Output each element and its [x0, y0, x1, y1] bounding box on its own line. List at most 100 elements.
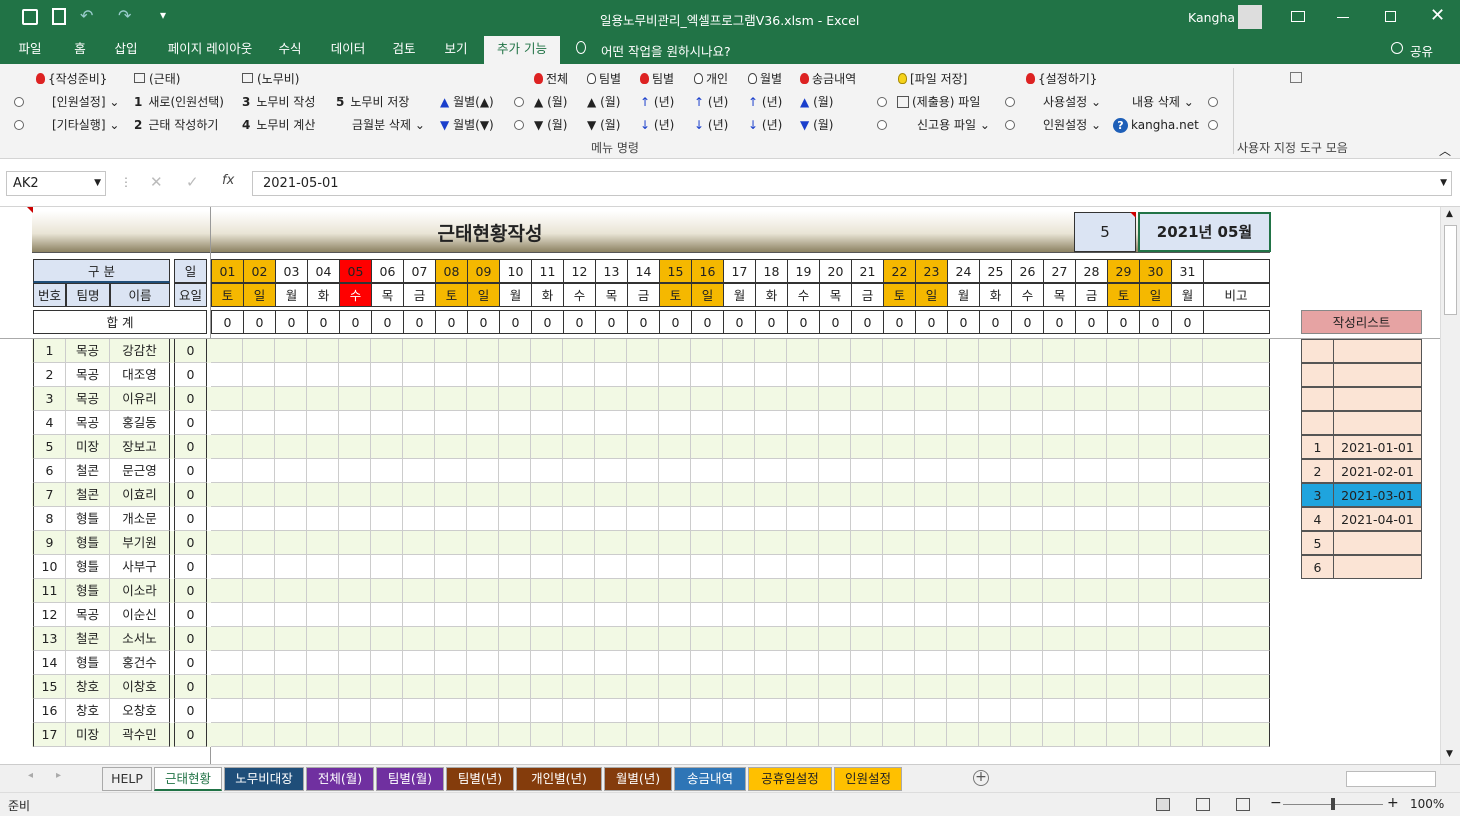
attendance-cell[interactable] [339, 579, 371, 603]
list-no[interactable]: 3 [1301, 483, 1334, 507]
attendance-cell[interactable] [243, 483, 275, 507]
attendance-cell[interactable] [339, 411, 371, 435]
row-team[interactable]: 철콘 [66, 627, 110, 651]
attendance-cell[interactable] [755, 651, 787, 675]
row-sum[interactable]: 0 [174, 387, 207, 411]
attendance-cell[interactable] [275, 507, 307, 531]
attendance-cell[interactable] [787, 675, 819, 699]
attendance-cell[interactable] [467, 627, 499, 651]
attendance-cell[interactable] [467, 459, 499, 483]
row-no[interactable]: 11 [33, 579, 66, 603]
attendance-cell[interactable] [243, 603, 275, 627]
attendance-cell[interactable] [883, 723, 915, 747]
sheet-tab[interactable]: 팀별(년) [446, 767, 514, 791]
attendance-cell[interactable] [275, 387, 307, 411]
list-no[interactable]: 1 [1301, 435, 1334, 459]
row-name[interactable]: 이소라 [110, 579, 170, 603]
attendance-cell[interactable] [1171, 675, 1203, 699]
attendance-cell[interactable] [627, 411, 659, 435]
attendance-cell[interactable] [467, 699, 499, 723]
attendance-cell[interactable] [531, 411, 563, 435]
attendance-cell[interactable] [947, 579, 979, 603]
attendance-cell[interactable] [243, 651, 275, 675]
attendance-cell[interactable] [979, 699, 1011, 723]
month-number-box[interactable]: 5 [1074, 212, 1136, 252]
row-sum[interactable]: 0 [174, 723, 207, 747]
attendance-cell[interactable] [1075, 723, 1107, 747]
attendance-cell[interactable] [595, 363, 627, 387]
sheet-tab[interactable]: 노무비대장 [224, 767, 304, 791]
attendance-cell[interactable] [595, 339, 627, 363]
attendance-cell[interactable] [691, 387, 723, 411]
list-date[interactable]: 2021-02-01 [1333, 459, 1422, 483]
attendance-cell[interactable] [1011, 435, 1043, 459]
attendance-cell[interactable] [627, 555, 659, 579]
attendance-cell[interactable] [883, 699, 915, 723]
attendance-cell[interactable] [435, 675, 467, 699]
row-team[interactable]: 형틀 [66, 531, 110, 555]
attendance-cell[interactable] [275, 555, 307, 579]
attendance-cell[interactable] [1011, 387, 1043, 411]
attendance-cell[interactable] [659, 483, 691, 507]
row-no[interactable]: 9 [33, 531, 66, 555]
formula-input[interactable]: 2021-05-01 ▼ [252, 171, 1452, 196]
all-down-button[interactable]: ▼ (월) [534, 116, 567, 134]
attendance-cell[interactable] [1171, 435, 1203, 459]
tab-file[interactable]: 파일 [8, 36, 52, 64]
transfer-up-button[interactable]: ▲ (월) [800, 93, 833, 111]
attendance-cell[interactable] [307, 411, 339, 435]
horizontal-scrollbar[interactable] [1346, 771, 1436, 787]
attendance-cell[interactable] [851, 387, 883, 411]
attendance-cell[interactable] [403, 531, 435, 555]
attendance-cell[interactable] [659, 363, 691, 387]
attendance-cell[interactable] [723, 651, 755, 675]
attendance-cell[interactable] [947, 603, 979, 627]
attendance-cell[interactable] [915, 387, 947, 411]
attendance-cell[interactable] [403, 459, 435, 483]
attendance-cell[interactable] [595, 699, 627, 723]
sheet-tab[interactable]: 개인별(년) [516, 767, 602, 791]
attendance-cell[interactable] [691, 651, 723, 675]
attendance-cell[interactable] [1043, 627, 1075, 651]
attendance-cell[interactable] [243, 723, 275, 747]
attendance-cell[interactable] [499, 507, 531, 531]
attendance-cell[interactable] [275, 531, 307, 555]
attendance-cell[interactable] [851, 507, 883, 531]
attendance-cell[interactable] [403, 555, 435, 579]
attendance-cell[interactable] [403, 507, 435, 531]
attendance-cell[interactable] [819, 507, 851, 531]
sheet-tab[interactable]: 공휴일설정 [748, 767, 832, 791]
attendance-cell[interactable] [627, 699, 659, 723]
attendance-cell[interactable] [1107, 627, 1139, 651]
attendance-cell[interactable] [1139, 411, 1171, 435]
attendance-cell[interactable] [723, 627, 755, 651]
attendance-cell[interactable] [211, 435, 243, 459]
dropdown-icon[interactable]: ▼ [94, 172, 101, 195]
attendance-cell[interactable] [755, 555, 787, 579]
attendance-cell[interactable] [1139, 459, 1171, 483]
attendance-cell[interactable] [851, 699, 883, 723]
attendance-cell[interactable] [563, 723, 595, 747]
attendance-cell[interactable] [499, 411, 531, 435]
row-name[interactable]: 이유리 [110, 387, 170, 411]
attendance-cell[interactable] [499, 723, 531, 747]
share-button[interactable]: 공유 [1410, 41, 1433, 60]
attendance-cell[interactable] [627, 651, 659, 675]
attendance-cell[interactable] [339, 435, 371, 459]
list-no[interactable]: 6 [1301, 555, 1334, 579]
attendance-cell[interactable] [787, 579, 819, 603]
attendance-cell[interactable] [339, 627, 371, 651]
row-name[interactable]: 장보고 [110, 435, 170, 459]
attendance-cell[interactable] [307, 363, 339, 387]
attendance-cell[interactable] [851, 435, 883, 459]
attendance-cell[interactable] [403, 723, 435, 747]
attendance-cell[interactable] [1139, 555, 1171, 579]
attendance-cell[interactable] [403, 651, 435, 675]
note-cell[interactable] [1203, 411, 1270, 435]
attendance-cell[interactable] [211, 555, 243, 579]
attendance-cell[interactable] [755, 459, 787, 483]
attendance-cell[interactable] [819, 627, 851, 651]
row-team[interactable]: 형틀 [66, 651, 110, 675]
attendance-cell[interactable] [531, 675, 563, 699]
attendance-cell[interactable] [339, 387, 371, 411]
